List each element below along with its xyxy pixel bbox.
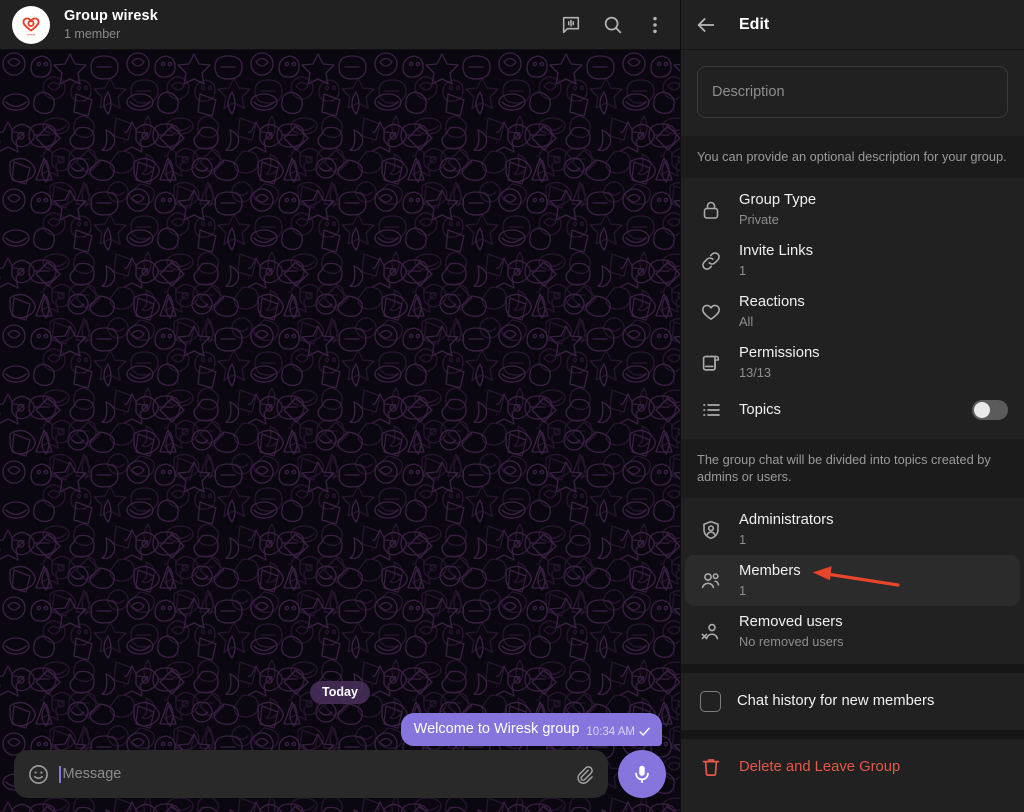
message-row: Welcome to Wiresk group 10:34 AM: [0, 713, 680, 746]
setting-subtitle: 13/13: [739, 365, 772, 380]
setting-title: Permissions: [739, 345, 820, 361]
setting-subtitle: All: [739, 314, 754, 329]
setting-row-members[interactable]: Members 1: [685, 555, 1020, 606]
setting-row-texts: Administrators 1: [739, 511, 1008, 548]
setting-row-group-type[interactable]: Group Type Private: [685, 184, 1020, 235]
setting-title: Delete and Leave Group: [739, 759, 901, 775]
edit-group-panel: Edit Description You can provide an opti…: [680, 0, 1024, 812]
setting-title: Chat history for new members: [737, 693, 935, 709]
setting-row-removed-users[interactable]: Removed users No removed users: [685, 606, 1020, 657]
back-arrow-icon[interactable]: [695, 14, 717, 36]
removed-user-icon: [701, 623, 719, 639]
setting-row-texts: Permissions 13/13: [739, 344, 1008, 381]
description-hint: You can provide an optional description …: [681, 136, 1024, 178]
message-meta: 10:34 AM: [586, 725, 651, 739]
setting-row-texts: Reactions All: [739, 293, 1008, 330]
setting-title: Group Type: [739, 192, 817, 208]
list-icon: [703, 404, 720, 416]
section-divider: [681, 730, 1024, 739]
setting-row-topics[interactable]: Topics: [685, 388, 1020, 432]
section-divider: [681, 664, 1024, 673]
setting-subtitle: Private: [739, 212, 779, 227]
message-list: Today Welcome to Wiresk group 10:34 AM: [0, 50, 680, 812]
chat-title: Group wiresk: [64, 7, 158, 24]
heart-icon: [702, 304, 720, 320]
chat-history-checkbox[interactable]: [700, 690, 721, 712]
permissions-icon: [702, 355, 720, 371]
setting-row-texts: Invite Links 1: [739, 242, 1008, 279]
setting-subtitle: 1: [739, 583, 747, 598]
setting-row-invite-links[interactable]: Invite Links 1: [685, 235, 1020, 286]
chat-title-block[interactable]: Group wiresk 1 member: [64, 8, 560, 42]
setting-subtitle: 1: [739, 263, 747, 278]
single-check-icon: [639, 727, 650, 736]
chat-pane: wiresk Group wiresk 1 member Today Welco…: [0, 0, 680, 812]
topics-toggle[interactable]: [972, 400, 1008, 420]
members-icon: [701, 572, 720, 588]
setting-row-texts: Removed users No removed users: [739, 613, 1008, 650]
message-text: Welcome to Wiresk group: [413, 721, 580, 737]
more-menu-icon[interactable]: [644, 14, 666, 36]
setting-title: Removed users: [739, 614, 843, 630]
trash-icon: [702, 759, 720, 776]
paperclip-icon[interactable]: [573, 763, 596, 786]
setting-row-texts: Group Type Private: [739, 191, 1008, 228]
group-settings-rows: Group Type Private Invite Links 1 Reacti…: [681, 178, 1024, 439]
chat-history-section: Chat history for new members: [681, 673, 1024, 730]
toggle-knob: [974, 402, 990, 418]
setting-title: Reactions: [739, 294, 805, 310]
edit-panel-header: Edit: [681, 0, 1024, 50]
setting-title: Members: [739, 563, 801, 579]
svg-text:wiresk: wiresk: [27, 32, 36, 36]
link-icon: [702, 251, 720, 270]
description-input[interactable]: Description: [697, 66, 1008, 118]
setting-row-texts: Chat history for new members: [737, 691, 1008, 711]
message-composer: Message: [0, 746, 680, 812]
day-divider: Today: [0, 681, 680, 704]
setting-row-chat-history[interactable]: Chat history for new members: [685, 679, 1020, 723]
composer-input-wrap[interactable]: Message: [14, 750, 608, 798]
setting-subtitle: No removed users: [739, 634, 844, 649]
setting-row-administrators[interactable]: Administrators 1: [685, 504, 1020, 555]
smiley-icon[interactable]: [27, 763, 50, 786]
setting-row-permissions[interactable]: Permissions 13/13: [685, 337, 1020, 388]
message-input[interactable]: Message: [59, 765, 564, 783]
microphone-icon: [635, 765, 649, 784]
setting-subtitle: 1: [739, 532, 747, 547]
edit-panel-title: Edit: [739, 15, 770, 33]
topics-hint: The group chat will be divided into topi…: [681, 439, 1024, 498]
chat-header-actions: [560, 14, 666, 36]
danger-section: Delete and Leave Group: [681, 739, 1024, 796]
group-people-rows: Administrators 1 Members 1 Removed users…: [681, 498, 1024, 664]
message-time: 10:34 AM: [586, 725, 635, 738]
setting-title: Administrators: [739, 512, 834, 528]
wiresk-logo-icon: wiresk: [22, 16, 40, 36]
description-placeholder: Description: [712, 84, 785, 100]
lock-icon: [703, 201, 719, 219]
description-block: Description: [681, 50, 1024, 136]
record-voice-button[interactable]: [618, 750, 666, 798]
setting-row-reactions[interactable]: Reactions All: [685, 286, 1020, 337]
shield-person-icon: [703, 520, 719, 539]
setting-title: Topics: [739, 402, 781, 418]
text-caret: [59, 765, 61, 783]
setting-row-texts: Members 1: [739, 562, 1008, 599]
avatar[interactable]: wiresk: [12, 5, 50, 44]
message-input-placeholder: Message: [62, 766, 122, 782]
setting-row-texts: Delete and Leave Group: [739, 757, 1008, 777]
message-bubble-outgoing[interactable]: Welcome to Wiresk group 10:34 AM: [400, 713, 662, 746]
delete-and-leave-group-row[interactable]: Delete and Leave Group: [685, 745, 1020, 789]
day-divider-label: Today: [310, 681, 370, 704]
voice-chat-icon[interactable]: [560, 14, 582, 36]
search-icon[interactable]: [602, 14, 624, 36]
chat-header: wiresk Group wiresk 1 member: [0, 0, 680, 50]
chat-member-count: 1 member: [64, 26, 121, 41]
setting-title: Invite Links: [739, 243, 814, 259]
telegram-window: wiresk Group wiresk 1 member Today Welco…: [0, 0, 1024, 812]
setting-row-texts: Topics: [739, 400, 956, 420]
